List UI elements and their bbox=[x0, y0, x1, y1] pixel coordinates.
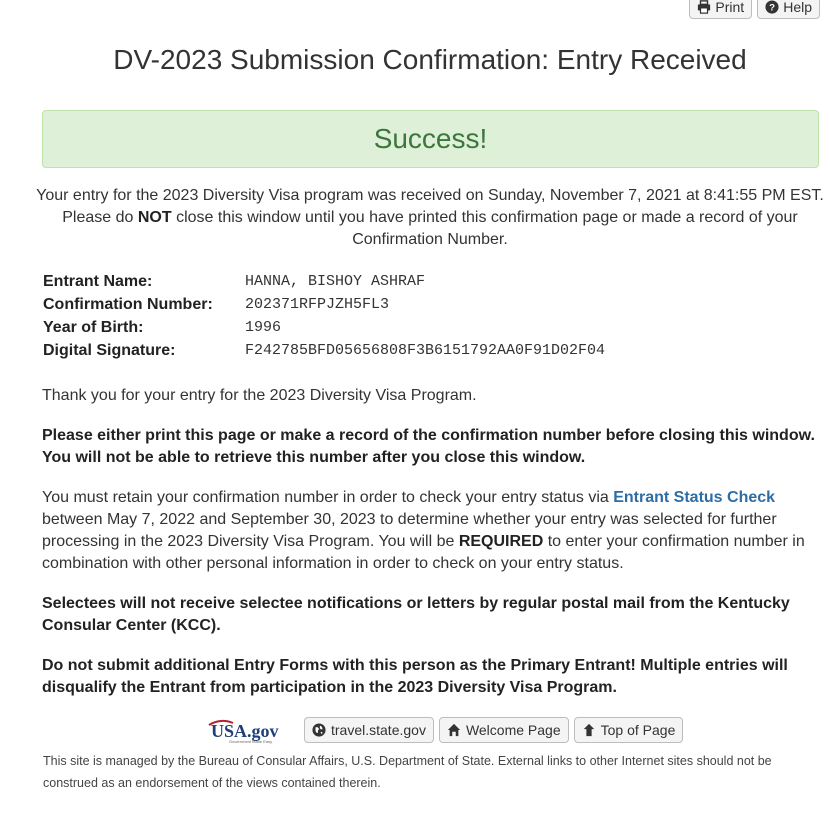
top-of-page-label: Top of Page bbox=[600, 722, 676, 738]
help-button[interactable]: ? Help bbox=[757, 0, 820, 19]
travel-state-gov-label: travel.state.gov bbox=[331, 722, 426, 738]
usa-gov-tagline: Government Made Easy bbox=[229, 739, 272, 744]
intro-line-1: Your entry for the 2023 Diversity Visa p… bbox=[36, 187, 824, 204]
top-of-page-button[interactable]: Top of Page bbox=[573, 717, 684, 743]
page-title: DV-2023 Submission Confirmation: Entry R… bbox=[113, 44, 747, 75]
retain-text: You must retain your confirmation number… bbox=[42, 489, 614, 506]
entrant-status-check-link[interactable]: Entrant Status Check bbox=[613, 489, 775, 506]
help-label: Help bbox=[783, 0, 812, 15]
intro-text: close this window until you have printed… bbox=[171, 209, 798, 226]
globe-icon bbox=[312, 723, 326, 737]
travel-state-gov-button[interactable]: travel.state.gov bbox=[304, 717, 434, 743]
confirmation-number-label: Confirmation Number: bbox=[43, 295, 213, 313]
top-toolbar: Print ? Help bbox=[689, 0, 820, 19]
entrant-name-value: HANNA, BISHOY ASHRAF bbox=[245, 273, 426, 290]
usa-gov-logo[interactable]: USA.gov Government Made Easy bbox=[207, 716, 293, 744]
intro-line-3: Confirmation Number. bbox=[352, 231, 508, 248]
detail-row-confirmation: Confirmation Number: 202371RFPJZH5FL3 bbox=[43, 293, 605, 316]
welcome-page-button[interactable]: Welcome Page bbox=[438, 717, 569, 743]
print-icon bbox=[698, 0, 711, 14]
print-warning: Please either print this page or make a … bbox=[42, 427, 815, 466]
digital-signature-value: F242785BFD05656808F3B6151792AA0F91D02F04 bbox=[245, 342, 606, 359]
thanks-message: Thank you for your entry for the 2023 Di… bbox=[42, 387, 477, 404]
intro-message: Your entry for the 2023 Diversity Visa p… bbox=[30, 185, 830, 251]
selectees-notice: Selectees will not receive selectee noti… bbox=[42, 595, 790, 634]
usa-gov-logo-graphic: USA.gov Government Made Easy bbox=[208, 719, 279, 744]
year-of-birth-label: Year of Birth: bbox=[43, 318, 144, 336]
intro-text: Please do bbox=[62, 209, 138, 226]
print-button[interactable]: Print bbox=[689, 0, 753, 19]
home-icon bbox=[447, 723, 461, 737]
success-banner: Success! bbox=[42, 110, 819, 168]
site-disclaimer: This site is managed by the Bureau of Co… bbox=[43, 754, 772, 790]
arrow-up-icon bbox=[583, 723, 594, 737]
year-of-birth-value: 1996 bbox=[245, 319, 282, 336]
detail-row-signature: Digital Signature: F242785BFD05656808F3B… bbox=[43, 339, 605, 362]
confirmation-number-value: 202371RFPJZH5FL3 bbox=[245, 296, 390, 313]
question-circle-icon: ? bbox=[765, 0, 779, 14]
digital-signature-label: Digital Signature: bbox=[43, 341, 176, 359]
not-emphasis: NOT bbox=[137, 209, 172, 226]
detail-row-birth-year: Year of Birth: 1996 bbox=[43, 316, 605, 339]
footer-nav: USA.gov Government Made Easy travel.stat… bbox=[207, 716, 684, 744]
detail-row-name: Entrant Name: HANNA, BISHOY ASHRAF bbox=[43, 270, 605, 293]
svg-text:?: ? bbox=[769, 2, 775, 13]
welcome-page-label: Welcome Page bbox=[465, 722, 561, 738]
usa-gov-logo-text: USA.gov bbox=[211, 721, 279, 741]
required-emphasis: REQUIRED bbox=[458, 533, 544, 550]
entry-details: Entrant Name: HANNA, BISHOY ASHRAF Confi… bbox=[43, 270, 605, 362]
no-additional-entries-notice: Do not submit additional Entry Forms wit… bbox=[42, 657, 788, 696]
print-label: Print bbox=[715, 0, 745, 15]
entrant-name-label: Entrant Name: bbox=[43, 272, 153, 290]
retain-instructions: You must retain your confirmation number… bbox=[42, 487, 817, 575]
intro-line-2: Please do NOT close this window until yo… bbox=[30, 207, 830, 229]
